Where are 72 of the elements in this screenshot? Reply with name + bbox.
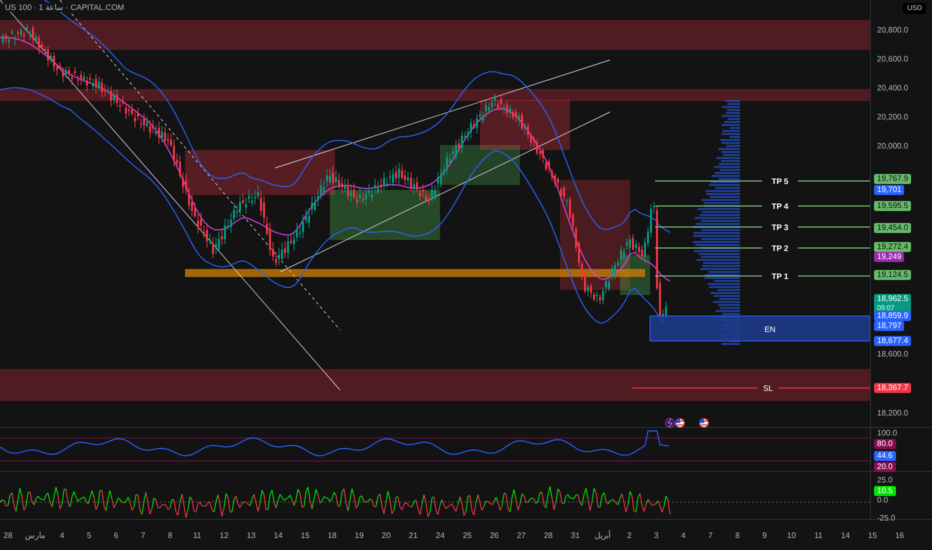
price-tick: 20,600.0 <box>877 54 908 64</box>
price-tick: 20,000.0 <box>877 142 908 150</box>
price-tick: 18,200.0 <box>877 408 908 418</box>
date-label: 10 <box>786 530 797 540</box>
date-label: 21 <box>408 530 419 540</box>
price-tick: 20,400.0 <box>877 84 908 92</box>
flag-icon <box>699 418 709 428</box>
date-label: 20 <box>380 530 392 540</box>
price-tick: 20,200.0 <box>877 112 908 122</box>
target-label: TP 5 <box>772 177 788 186</box>
date-label: 2 <box>626 530 633 540</box>
date-label: 4 <box>58 530 66 540</box>
price-tag: 18,797 <box>874 321 904 331</box>
price-tag: 18,677.4 <box>874 336 912 346</box>
date-label: 16 <box>894 530 905 540</box>
demand-zone <box>620 255 650 295</box>
date-label: 13 <box>246 530 257 540</box>
date-label: مارس <box>24 530 46 540</box>
date-label: 4 <box>680 530 687 540</box>
price-tag: 19,124.5 <box>874 270 912 280</box>
momentum-tag: 10.5 <box>874 486 896 496</box>
momentum-tick: -25.0 <box>877 514 896 522</box>
oscillator-tag: 44.6 <box>874 451 896 461</box>
price-tag: 18,367.7 <box>874 383 912 393</box>
flag-icon <box>675 418 685 428</box>
price-tag: 19,454.0 <box>874 223 912 233</box>
date-label: 25 <box>462 530 473 540</box>
target-label: TP 2 <box>772 244 788 253</box>
price-tag: 19,595.5 <box>874 201 912 211</box>
stop-loss-label: SL <box>763 384 773 393</box>
oscillator-tag: 20.0 <box>874 462 896 472</box>
symbol-title: US 100 · 1 ساعة · CAPITAL.COM <box>3 3 126 12</box>
oscillator-tag: 80.0 <box>874 439 896 449</box>
momentum-tick: 0.0 <box>877 496 888 504</box>
date-label: 11 <box>813 530 824 540</box>
date-label: 5 <box>86 530 92 540</box>
date-label: 8 <box>734 530 741 540</box>
date-label: 15 <box>300 530 311 540</box>
price-tick: 20,800.0 <box>877 26 908 34</box>
date-label: 11 <box>192 530 202 540</box>
date-label: 19 <box>354 530 365 540</box>
price-tag: 19,701 <box>874 185 904 195</box>
price-tag: 19,767.9 <box>874 174 912 184</box>
target-label: TP 4 <box>772 202 788 211</box>
price-tick: 18,600.0 <box>877 350 908 358</box>
date-label: 6 <box>112 530 120 540</box>
date-label: 12 <box>218 530 230 540</box>
date-label: 15 <box>867 530 878 540</box>
date-label: 26 <box>488 530 500 540</box>
event-icon <box>665 418 675 428</box>
price-tag: 19,272.4 <box>874 242 912 252</box>
date-label: 18 <box>326 530 338 540</box>
date-label: 27 <box>516 530 527 540</box>
date-label: 14 <box>272 530 284 540</box>
entry-label: EN <box>764 325 776 334</box>
momentum-tick: 25.0 <box>877 476 893 484</box>
price-tag: 18,859.9 <box>874 311 912 321</box>
date-label: أبريل <box>593 530 612 540</box>
target-label: TP 3 <box>772 223 788 232</box>
price-tag: 19,249 <box>874 252 904 262</box>
target-label: TP 1 <box>772 272 788 281</box>
date-label: 28 <box>542 530 554 540</box>
date-label: 14 <box>840 530 851 540</box>
date-label: 31 <box>570 530 581 540</box>
date-label: 7 <box>707 530 714 540</box>
oscillator-tick: 100.0 <box>877 428 898 438</box>
date-label: 7 <box>140 530 146 540</box>
date-label: 8 <box>166 530 174 540</box>
date-label: 24 <box>434 530 446 540</box>
date-label: 28 <box>2 530 14 540</box>
date-label: 9 <box>761 530 768 540</box>
date-label: 3 <box>653 530 660 540</box>
